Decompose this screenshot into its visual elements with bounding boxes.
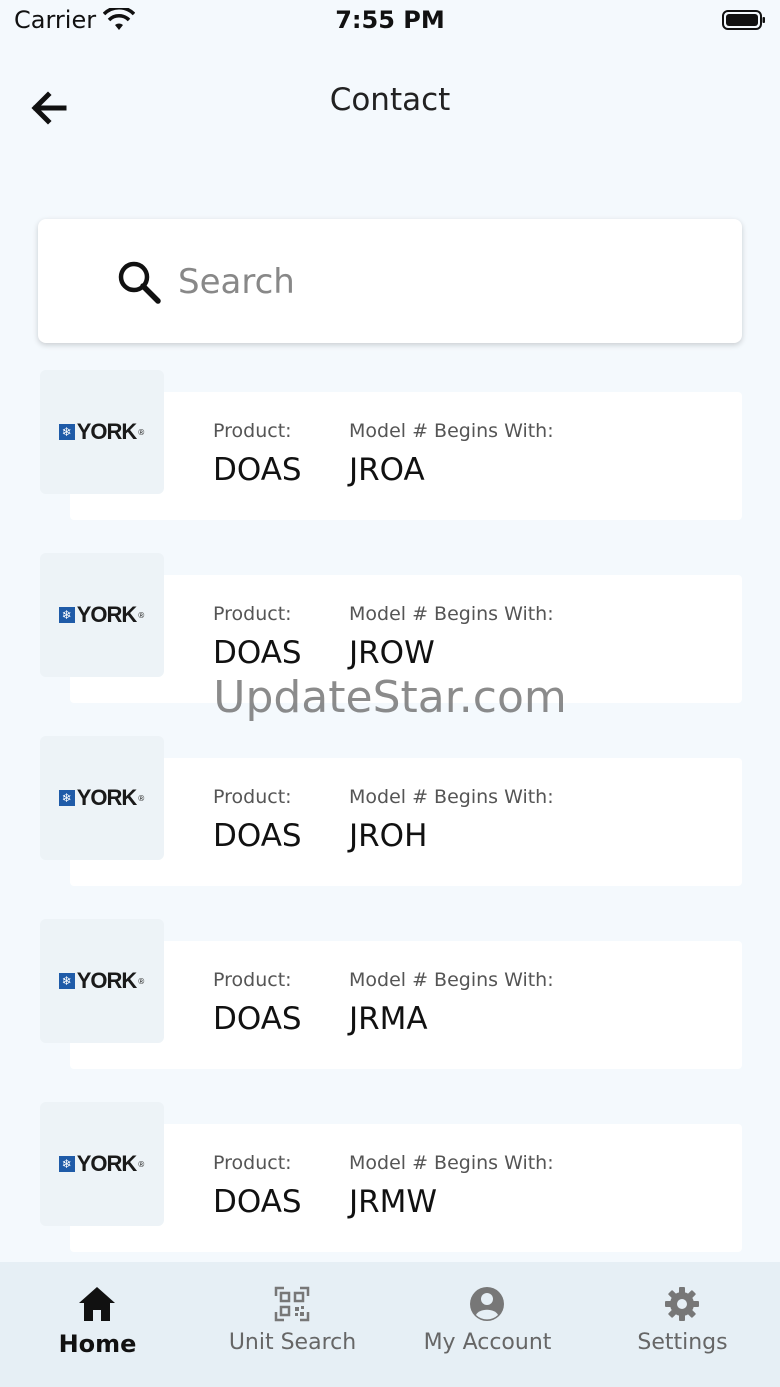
product-value: DOAS xyxy=(213,635,302,671)
snowflake-icon: ❄ xyxy=(58,424,75,440)
tab-label: Unit Search xyxy=(228,1330,357,1355)
product-value: DOAS xyxy=(213,1184,302,1220)
list-item[interactable]: ❄ YORK ® Product: Model # Begins With: DO… xyxy=(0,1102,780,1285)
model-value: JROW xyxy=(349,635,435,671)
product-label: Product: xyxy=(213,786,292,808)
brand-logo: ❄ YORK ® xyxy=(40,736,164,860)
search-input[interactable] xyxy=(176,255,720,309)
tab-my-account[interactable]: My Account xyxy=(390,1262,585,1387)
brand-name: YORK xyxy=(76,602,138,627)
model-label: Model # Begins With: xyxy=(349,1152,554,1174)
york-logo: ❄ YORK ® xyxy=(58,1151,145,1177)
list-item[interactable]: ❄ YORK ® Product: Model # Begins With: DO… xyxy=(0,370,780,553)
model-value: JRMA xyxy=(349,1001,428,1037)
tab-settings[interactable]: Settings xyxy=(585,1262,780,1387)
product-label: Product: xyxy=(213,1152,292,1174)
model-value: JROA xyxy=(349,452,425,488)
product-value: DOAS xyxy=(213,1001,302,1037)
watermark: UpdateStar.com xyxy=(213,672,567,723)
york-logo: ❄ YORK ® xyxy=(58,785,145,811)
brand-logo: ❄ YORK ® xyxy=(40,553,164,677)
york-logo: ❄ YORK ® xyxy=(58,419,145,445)
tab-label: Settings xyxy=(637,1330,728,1355)
page-title: Contact xyxy=(329,82,451,118)
qr-code-icon xyxy=(274,1286,310,1322)
clock: 7:55 PM xyxy=(335,6,445,34)
model-value: JRMW xyxy=(349,1184,438,1220)
york-logo: ❄ YORK ® xyxy=(58,968,145,994)
snowflake-icon: ❄ xyxy=(58,790,75,806)
product-label: Product: xyxy=(213,420,292,442)
york-logo: ❄ YORK ® xyxy=(58,602,145,628)
brand-logo: ❄ YORK ® xyxy=(40,919,164,1043)
brand-name: YORK xyxy=(76,1151,138,1176)
search-bar[interactable] xyxy=(38,219,742,343)
product-list: ❄ YORK ® Product: Model # Begins With: DO… xyxy=(0,370,780,1285)
tab-bar: Home Unit Search My Account Settings xyxy=(0,1262,780,1387)
product-label: Product: xyxy=(213,603,292,625)
product-label: Product: xyxy=(213,969,292,991)
product-value: DOAS xyxy=(213,452,302,488)
brand-name: YORK xyxy=(76,968,138,993)
model-label: Model # Begins With: xyxy=(349,603,554,625)
model-value: JROH xyxy=(349,818,428,854)
snowflake-icon: ❄ xyxy=(58,1156,75,1172)
brand-logo: ❄ YORK ® xyxy=(40,370,164,494)
model-label: Model # Begins With: xyxy=(349,786,554,808)
home-icon xyxy=(79,1287,115,1321)
snowflake-icon: ❄ xyxy=(58,973,75,989)
brand-name: YORK xyxy=(76,419,138,444)
account-icon xyxy=(470,1287,504,1321)
gear-icon xyxy=(665,1287,699,1321)
model-label: Model # Begins With: xyxy=(349,420,554,442)
snowflake-icon: ❄ xyxy=(58,607,75,623)
product-value: DOAS xyxy=(213,818,302,854)
model-label: Model # Begins With: xyxy=(349,969,554,991)
tab-label: Home xyxy=(58,1330,137,1358)
brand-name: YORK xyxy=(76,785,138,810)
battery-icon xyxy=(722,10,765,30)
brand-logo: ❄ YORK ® xyxy=(40,1102,164,1226)
search-icon xyxy=(118,261,161,304)
tab-home[interactable]: Home xyxy=(0,1262,195,1387)
status-bar: Carrier 7:55 PM xyxy=(0,0,780,44)
list-item[interactable]: ❄ YORK ® Product: Model # Begins With: DO… xyxy=(0,919,780,1102)
nav-header: Contact xyxy=(0,60,780,150)
tab-unit-search[interactable]: Unit Search xyxy=(195,1262,390,1387)
tab-label: My Account xyxy=(423,1330,552,1355)
list-item[interactable]: ❄ YORK ® Product: Model # Begins With: DO… xyxy=(0,736,780,919)
